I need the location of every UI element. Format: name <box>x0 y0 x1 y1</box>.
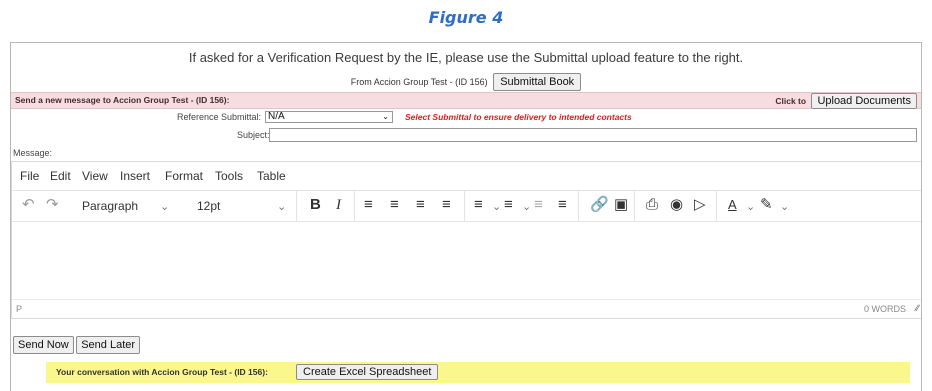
media-icon[interactable]: ▷ <box>694 197 706 213</box>
rich-text-editor: File Edit View Insert Format Tools Table… <box>11 161 921 319</box>
undo-icon[interactable]: ↶ <box>22 197 35 213</box>
chevron-down-icon[interactable]: ⌄ <box>492 199 501 215</box>
toolbar-divider <box>578 191 579 221</box>
element-path: P <box>16 304 23 314</box>
upload-documents-button[interactable]: Upload Documents <box>811 93 917 109</box>
preview-eye-icon[interactable]: ◉ <box>670 197 683 213</box>
toolbar-divider <box>634 191 635 221</box>
text-color-icon[interactable]: A <box>728 197 737 213</box>
menu-insert[interactable]: Insert <box>120 169 150 183</box>
word-count: 0 WORDS <box>863 304 906 314</box>
resize-handle-icon[interactable]: ∕∕ <box>916 303 919 313</box>
figure-caption: Figure 4 <box>428 8 504 27</box>
font-size-select[interactable]: 12pt <box>197 199 220 213</box>
align-left-icon[interactable]: ≡ <box>364 197 373 213</box>
redo-icon[interactable]: ↷ <box>46 197 59 213</box>
send-later-button[interactable]: Send Later <box>76 336 141 354</box>
reference-select[interactable]: N/A ⌄ <box>265 111 393 123</box>
verification-notice: If asked for a Verification Request by t… <box>188 50 744 65</box>
message-panel: If asked for a Verification Request by t… <box>10 42 922 391</box>
toolbar-divider <box>296 191 297 221</box>
reference-row: Reference Submittal: N/A ⌄ Select Submit… <box>11 111 921 125</box>
chevron-down-icon[interactable]: ⌄ <box>780 199 789 215</box>
toolbar-divider <box>464 191 465 221</box>
align-justify-icon[interactable]: ≡ <box>442 197 451 213</box>
send-actions: Send Now Send Later <box>13 335 141 354</box>
outdent-icon[interactable]: ≡ <box>534 197 543 213</box>
chevron-down-icon: ⌄ <box>382 112 389 121</box>
menu-format[interactable]: Format <box>165 169 203 183</box>
italic-icon[interactable]: I <box>336 197 341 213</box>
menu-file[interactable]: File <box>20 169 39 183</box>
reference-warning: Select Submittal to ensure delivery to i… <box>405 112 632 122</box>
menu-edit[interactable]: Edit <box>50 169 71 183</box>
menu-tools[interactable]: Tools <box>215 169 243 183</box>
submittal-book-button[interactable]: Submittal Book <box>493 73 582 91</box>
compose-header-bar: Send a new message to Accion Group Test … <box>11 92 921 109</box>
reference-label: Reference Submittal: <box>177 112 262 122</box>
editor-statusbar: P 0 WORDS ∕∕ <box>12 299 921 318</box>
conversation-bar: Your conversation with Accion Group Test… <box>46 362 910 383</box>
indent-icon[interactable]: ≡ <box>558 197 567 213</box>
message-label: Message: <box>13 148 53 158</box>
conversation-title: Your conversation with Accion Group Test… <box>56 367 268 377</box>
align-right-icon[interactable]: ≡ <box>416 197 425 213</box>
block-format-select[interactable]: Paragraph <box>82 199 138 213</box>
chevron-down-icon[interactable]: ⌄ <box>746 199 755 215</box>
menu-table[interactable]: Table <box>257 169 286 183</box>
bullet-list-icon[interactable]: ≡ <box>474 197 483 213</box>
image-icon[interactable]: ▣ <box>614 197 628 213</box>
from-row: From Accion Group Test - (ID 156) Submit… <box>11 73 921 91</box>
from-text: From Accion Group Test - (ID 156) <box>350 77 488 87</box>
reference-value: N/A <box>268 111 285 122</box>
numbered-list-icon[interactable]: ≡ <box>504 197 513 213</box>
compose-title: Send a new message to Accion Group Test … <box>15 95 230 105</box>
chevron-down-icon[interactable]: ⌄ <box>522 199 531 215</box>
chevron-down-icon: ⌄ <box>160 201 170 213</box>
toolbar-divider <box>354 191 355 221</box>
upload-area: Click to Upload Documents <box>775 93 917 109</box>
subject-input[interactable] <box>269 128 917 142</box>
highlight-icon[interactable]: ✎ <box>760 197 773 213</box>
align-center-icon[interactable]: ≡ <box>390 197 399 213</box>
print-icon[interactable]: ⎙ <box>646 197 658 213</box>
subject-label: Subject: <box>237 130 270 140</box>
bold-icon[interactable]: B <box>310 197 321 213</box>
send-now-button[interactable]: Send Now <box>13 336 74 354</box>
editor-toolbar: ↶ ↷ Paragraph ⌄ 12pt ⌄ B I ≡ ≡ ≡ ≡ ≡ ⌄ ≡… <box>12 191 921 222</box>
link-icon[interactable]: 🔗 <box>590 197 609 213</box>
subject-row: Subject: <box>11 127 921 143</box>
menu-view[interactable]: View <box>82 169 108 183</box>
create-excel-button[interactable]: Create Excel Spreadsheet <box>296 364 439 380</box>
click-to-label: Click to <box>775 96 807 106</box>
chevron-down-icon: ⌄ <box>277 201 287 213</box>
editor-menubar: File Edit View Insert Format Tools Table <box>12 162 921 191</box>
toolbar-divider <box>716 191 717 221</box>
message-body[interactable] <box>12 222 921 300</box>
